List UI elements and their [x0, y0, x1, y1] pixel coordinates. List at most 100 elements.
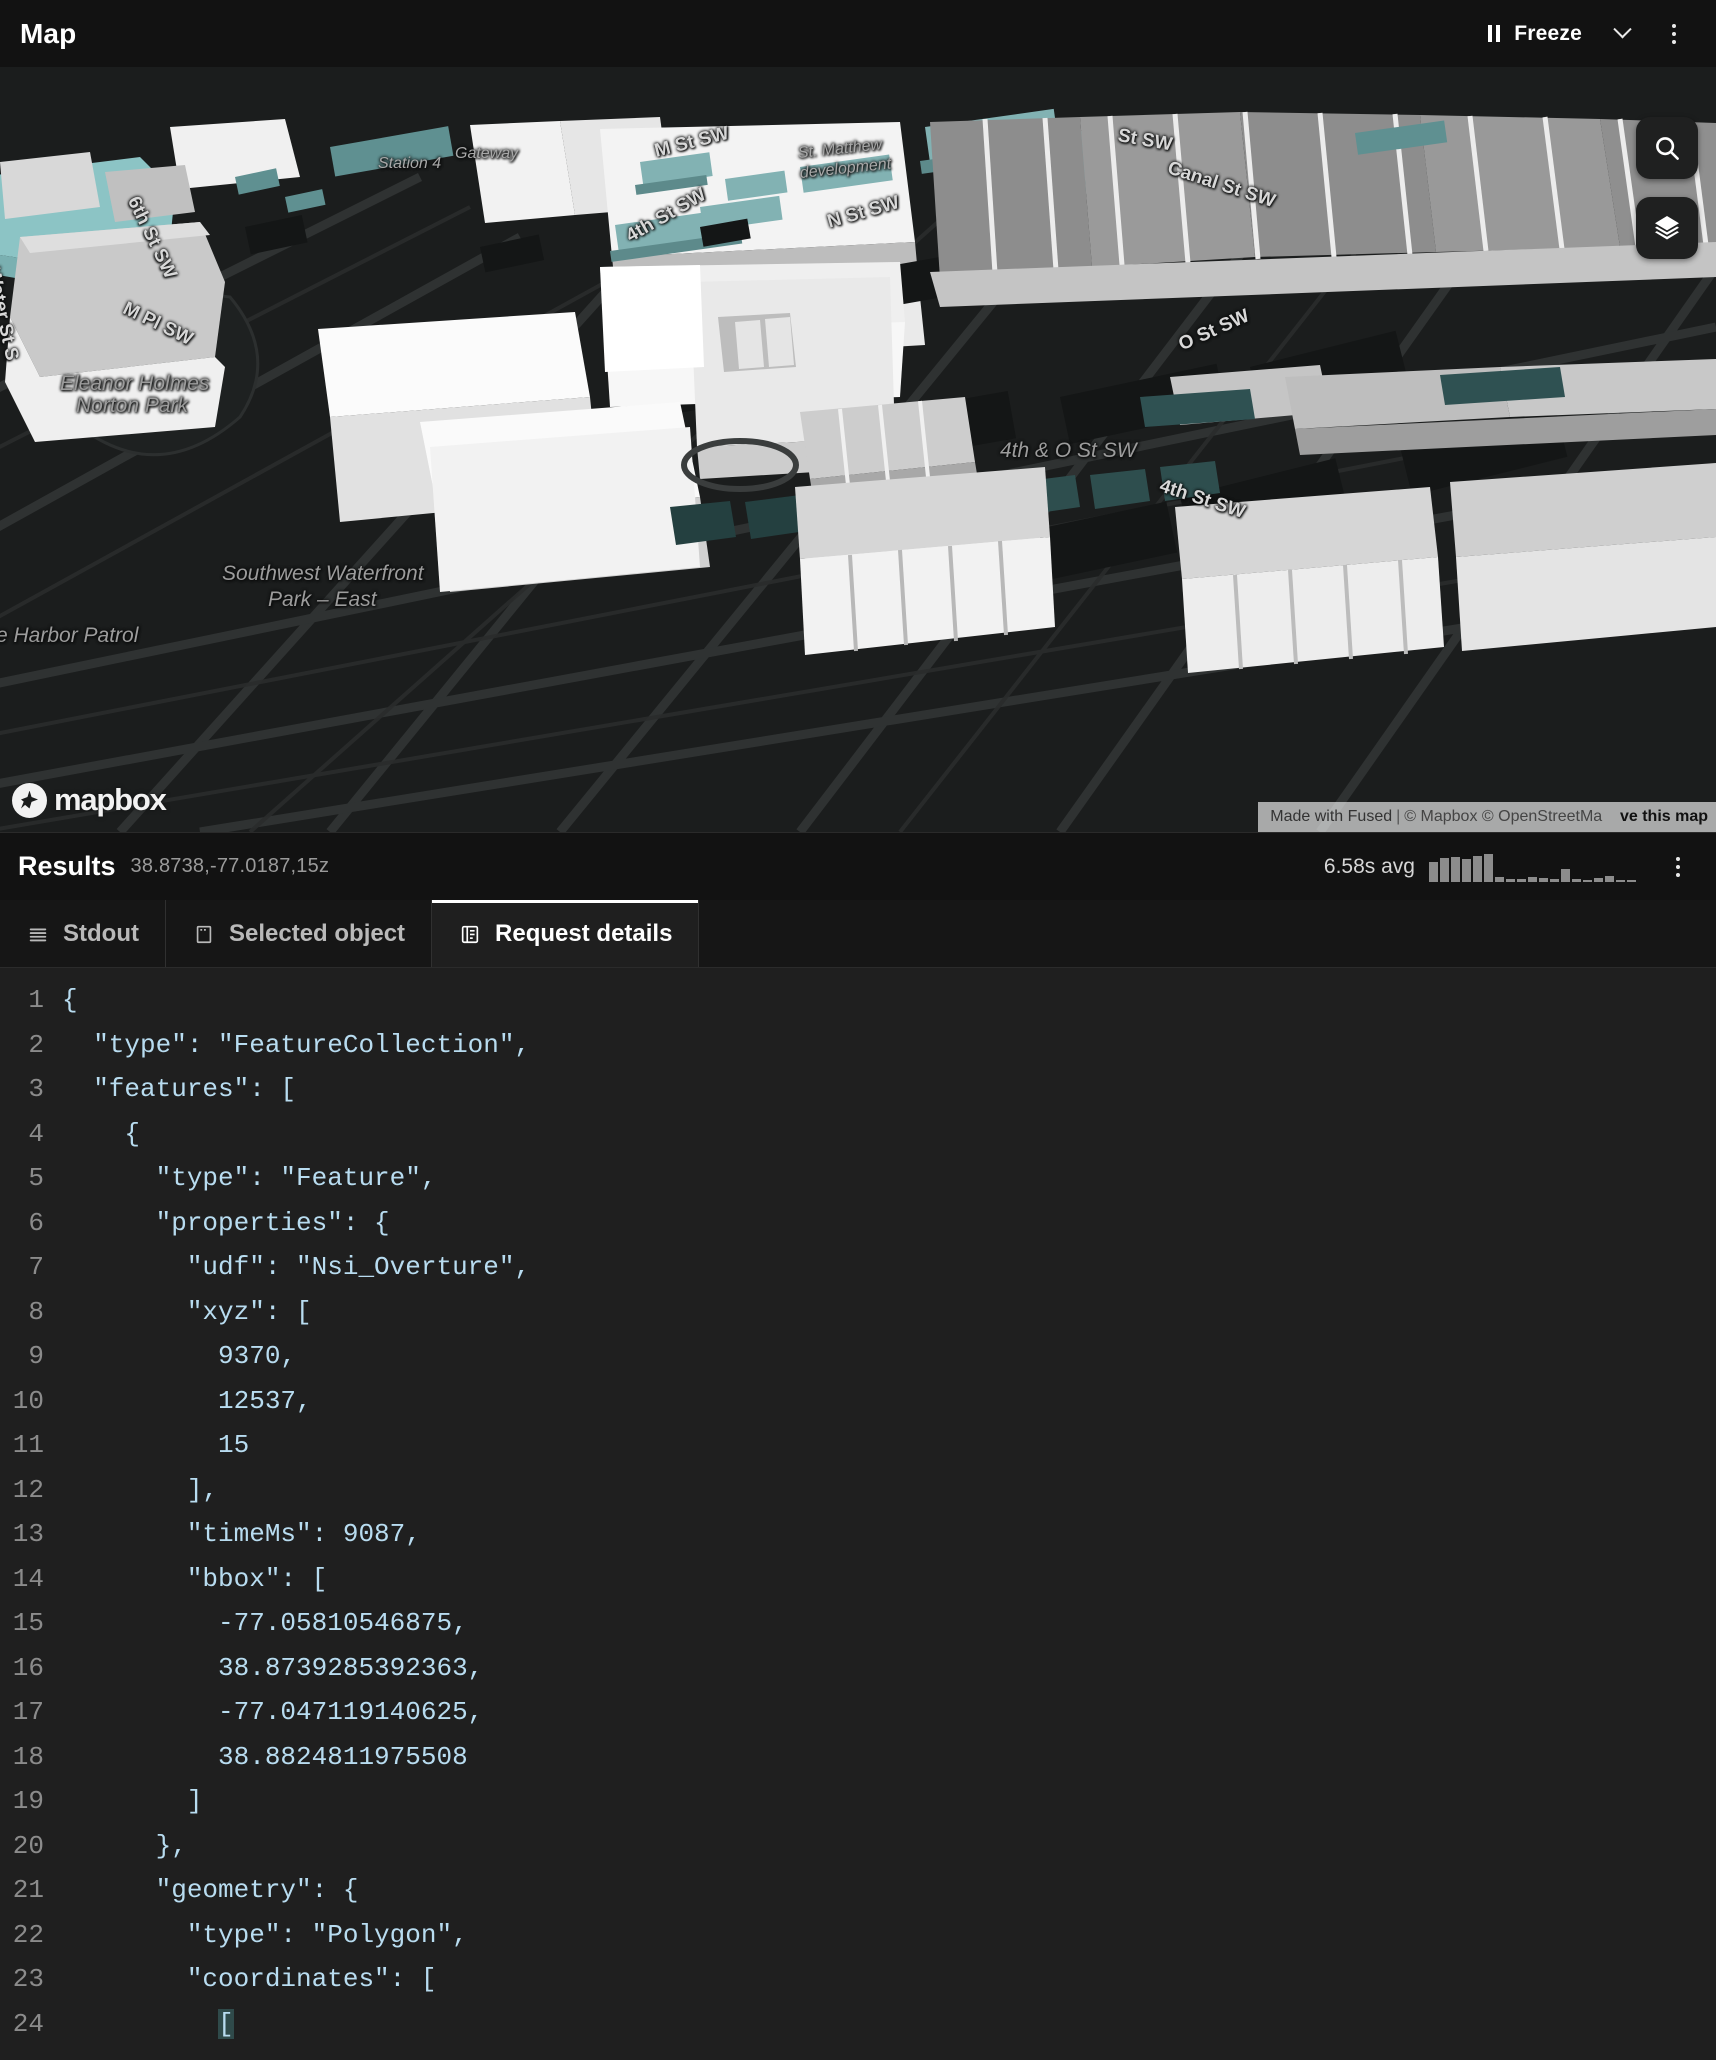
search-icon [1652, 133, 1682, 163]
search-button[interactable] [1636, 117, 1698, 179]
code-text: 12537, [62, 1379, 312, 1424]
list-lines-icon [26, 922, 50, 946]
attribution-made-with: Made with Fused [1270, 808, 1392, 826]
code-text: "coordinates": [ [62, 1957, 436, 2002]
code-line: 12 ], [0, 1468, 1716, 1513]
attribution-separator: | [1392, 808, 1404, 826]
tab-label: Stdout [63, 920, 139, 948]
code-text: 9370, [62, 1334, 296, 1379]
results-header-right: 6.58s avg [1324, 845, 1698, 889]
sparkline-bar [1539, 878, 1548, 882]
tab-selected-object[interactable]: Selected object [166, 900, 432, 967]
sparkline-bar [1506, 879, 1515, 882]
attribution-improve-map[interactable]: ve this map [1620, 808, 1708, 826]
code-line: 10 12537, [0, 1379, 1716, 1424]
code-line: 15 -77.05810546875, [0, 1601, 1716, 1646]
code-text: 15 [62, 1423, 249, 1468]
code-line: 1{ [0, 978, 1716, 1023]
line-number: 16 [0, 1646, 62, 1691]
line-number: 3 [0, 1067, 62, 1112]
line-number: 11 [0, 1423, 62, 1468]
sparkline-bar [1627, 880, 1636, 882]
map-viewport[interactable]: 6th St SWM Pl SWWater St SStation 4Gatew… [0, 67, 1716, 832]
request-details-json-viewer[interactable]: 1{2 "type": "FeatureCollection",3 "featu… [0, 968, 1716, 2060]
sparkline-bar [1440, 858, 1449, 882]
tab-label: Selected object [229, 920, 405, 948]
code-text: 38.8824811975508 [62, 1735, 468, 1780]
sparkline-bar [1561, 869, 1570, 882]
code-line: 6 "properties": { [0, 1201, 1716, 1246]
line-number: 23 [0, 1957, 62, 2002]
line-number: 24 [0, 2002, 62, 2047]
line-number: 18 [0, 1735, 62, 1780]
code-line: 7 "udf": "Nsi_Overture", [0, 1245, 1716, 1290]
results-kebab-menu-icon[interactable] [1658, 845, 1698, 889]
object-square-icon [192, 922, 216, 946]
line-number: 17 [0, 1690, 62, 1735]
line-number: 21 [0, 1868, 62, 1913]
code-line: 14 "bbox": [ [0, 1557, 1716, 1602]
code-text: -77.047119140625, [62, 1690, 483, 1735]
sparkline-bar [1528, 877, 1537, 882]
tab-stdout[interactable]: Stdout [0, 900, 166, 967]
sparkline-bar [1429, 862, 1438, 882]
avg-duration-label: 6.58s avg [1324, 855, 1415, 879]
code-line: 2 "type": "FeatureCollection", [0, 1023, 1716, 1068]
map-render [0, 67, 1716, 832]
sparkline-bar [1473, 856, 1482, 882]
code-line: 16 38.8739285392363, [0, 1646, 1716, 1691]
code-line: 24 [ [0, 2002, 1716, 2047]
map-attribution[interactable]: Made with Fused | © Mapbox © OpenStreetM… [1258, 802, 1716, 832]
attribution-osm[interactable]: © OpenStreetMa [1482, 808, 1602, 826]
code-line: 20 }, [0, 1824, 1716, 1869]
request-details-icon [458, 922, 482, 946]
attribution-mapbox[interactable]: © Mapbox [1404, 808, 1477, 826]
chevron-down-icon[interactable] [1598, 12, 1646, 56]
layers-button[interactable] [1636, 197, 1698, 259]
mapbox-mark-icon [12, 783, 47, 818]
results-title: Results [18, 851, 116, 882]
sparkline-bar [1517, 879, 1526, 882]
line-number: 7 [0, 1245, 62, 1290]
tab-label: Request details [495, 920, 672, 948]
sparkline-bar [1594, 878, 1603, 882]
code-text: "type": "Polygon", [62, 1913, 468, 1958]
code-text: -77.05810546875, [62, 1601, 468, 1646]
line-number: 6 [0, 1201, 62, 1246]
freeze-button[interactable]: Freeze [1514, 22, 1582, 46]
sparkline-bar [1583, 880, 1592, 882]
request-duration-sparkline [1429, 852, 1636, 882]
line-number: 1 [0, 978, 62, 1023]
page-title: Map [20, 18, 76, 50]
code-text: "properties": { [62, 1201, 390, 1246]
code-text: "features": [ [62, 1067, 296, 1112]
line-number: 19 [0, 1779, 62, 1824]
sparkline-bar [1484, 854, 1493, 882]
code-text: "udf": "Nsi_Overture", [62, 1245, 530, 1290]
code-line: 17 -77.047119140625, [0, 1690, 1716, 1735]
code-line: 11 15 [0, 1423, 1716, 1468]
sparkline-bar [1572, 879, 1581, 882]
line-number: 20 [0, 1824, 62, 1869]
results-header: Results 38.8738,-77.0187,15z 6.58s avg [0, 832, 1716, 900]
tab-request-details[interactable]: Request details [432, 900, 699, 967]
code-text: { [62, 1112, 140, 1157]
line-number: 4 [0, 1112, 62, 1157]
line-number: 5 [0, 1156, 62, 1201]
results-coordinates: 38.8738,-77.0187,15z [131, 855, 330, 878]
sparkline-bar [1451, 857, 1460, 882]
kebab-menu-icon[interactable] [1654, 12, 1694, 56]
code-line: 21 "geometry": { [0, 1868, 1716, 1913]
code-line: 4 { [0, 1112, 1716, 1157]
line-number: 9 [0, 1334, 62, 1379]
mapbox-logo[interactable]: mapbox [12, 782, 166, 818]
line-number: 15 [0, 1601, 62, 1646]
mapbox-wordmark: mapbox [54, 782, 166, 818]
line-number: 14 [0, 1557, 62, 1602]
code-line: 8 "xyz": [ [0, 1290, 1716, 1335]
code-line: 9 9370, [0, 1334, 1716, 1379]
code-line: 22 "type": "Polygon", [0, 1913, 1716, 1958]
line-number: 22 [0, 1913, 62, 1958]
layers-icon [1651, 212, 1683, 244]
code-line: 23 "coordinates": [ [0, 1957, 1716, 2002]
